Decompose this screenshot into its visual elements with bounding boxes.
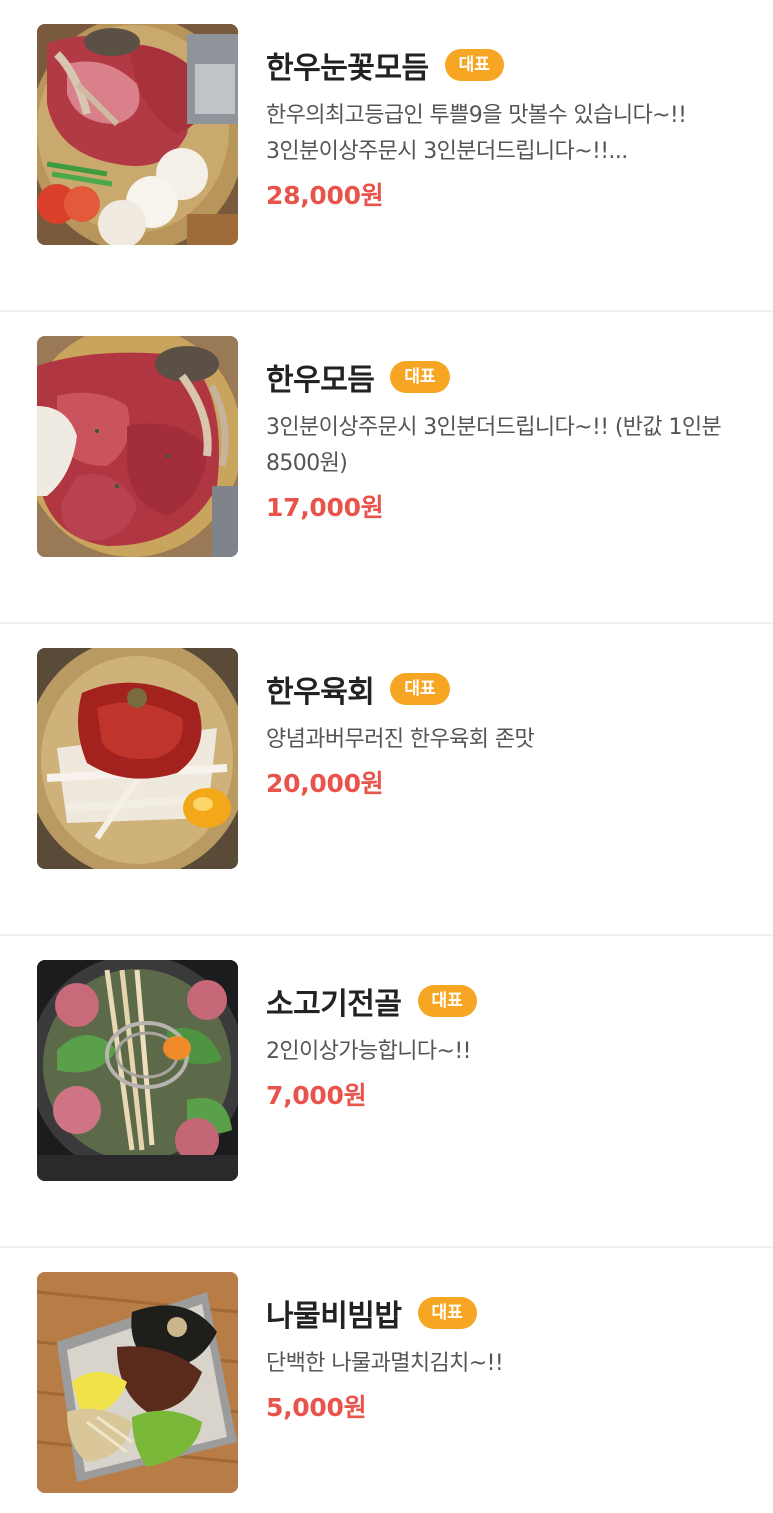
beef-platter-photo — [37, 336, 238, 557]
menu-item-description: 3인분이상주문시 3인분더드립니다~!! (반값 1인분 8500원) — [266, 415, 722, 476]
menu-item-image[interactable] — [37, 648, 238, 869]
menu-item-info: 한우눈꽃모듬 대표 한우의최고등급인 투쁠9을 맛볼수 있습니다~!! 3인분이… — [266, 40, 743, 212]
menu-item-price: 20,000원 — [266, 769, 384, 798]
menu-item-description: 양념과버무러진 한우육회 존맛 — [266, 727, 535, 752]
menu-item-info: 소고기전골 대표 2인이상가능합니다~!! 7,000원 — [266, 976, 743, 1112]
menu-item-info: 한우모듬 대표 3인분이상주문시 3인분더드립니다~!! (반값 1인분 850… — [266, 352, 743, 524]
title-row: 한우눈꽃모듬 대표 — [266, 40, 743, 90]
menu-item-name: 나물비빔밥 — [266, 1299, 402, 1334]
menu-item-name: 한우모듬 — [266, 363, 375, 398]
menu-item-price: 28,000원 — [266, 181, 384, 210]
menu-item-price: 17,000원 — [266, 493, 384, 522]
hotpot-photo — [37, 960, 238, 1181]
bibimbap-photo — [37, 1272, 238, 1493]
menu-item-image[interactable] — [37, 336, 238, 557]
menu-item-description: 단백한 나물과멸치김치~!! — [266, 1351, 504, 1376]
menu-item-price: 5,000원 — [266, 1393, 367, 1422]
menu-item-image[interactable] — [37, 960, 238, 1181]
menu-item-name: 소고기전골 — [266, 987, 402, 1022]
menu-item[interactable]: 소고기전골 대표 2인이상가능합니다~!! 7,000원 — [0, 936, 773, 1248]
signature-badge: 대표 — [390, 361, 450, 393]
title-row: 한우모듬 대표 — [266, 352, 743, 402]
menu-list: 한우눈꽃모듬 대표 한우의최고등급인 투쁠9을 맛볼수 있습니다~!! 3인분이… — [0, 0, 773, 1513]
signature-badge: 대표 — [444, 49, 504, 81]
menu-item[interactable]: 한우육회 대표 양념과버무러진 한우육회 존맛 20,000원 — [0, 624, 773, 936]
menu-item[interactable]: 한우눈꽃모듬 대표 한우의최고등급인 투쁠9을 맛볼수 있습니다~!! 3인분이… — [0, 0, 773, 312]
menu-item-image[interactable] — [37, 24, 238, 245]
menu-item-info: 나물비빔밥 대표 단백한 나물과멸치김치~!! 5,000원 — [266, 1288, 743, 1424]
menu-item[interactable]: 한우모듬 대표 3인분이상주문시 3인분더드립니다~!! (반값 1인분 850… — [0, 312, 773, 624]
menu-item-price: 7,000원 — [266, 1081, 367, 1110]
signature-badge: 대표 — [417, 1297, 477, 1329]
menu-item-info: 한우육회 대표 양념과버무러진 한우육회 존맛 20,000원 — [266, 664, 743, 800]
title-row: 나물비빔밥 대표 — [266, 1288, 743, 1338]
signature-badge: 대표 — [390, 673, 450, 705]
menu-item-image[interactable] — [37, 1272, 238, 1493]
menu-item-description: 2인이상가능합니다~!! — [266, 1039, 471, 1064]
signature-badge: 대표 — [417, 985, 477, 1017]
menu-item-name: 한우눈꽃모듬 — [266, 51, 429, 86]
title-row: 소고기전골 대표 — [266, 976, 743, 1026]
yukhoe-photo — [37, 648, 238, 869]
menu-item[interactable]: 나물비빔밥 대표 단백한 나물과멸치김치~!! 5,000원 — [0, 1248, 773, 1513]
beef-platter-photo — [37, 24, 238, 245]
menu-item-description: 한우의최고등급인 투쁠9을 맛볼수 있습니다~!! 3인분이상주문시 3인분더드… — [266, 103, 687, 164]
menu-item-name: 한우육회 — [266, 675, 375, 710]
title-row: 한우육회 대표 — [266, 664, 743, 714]
